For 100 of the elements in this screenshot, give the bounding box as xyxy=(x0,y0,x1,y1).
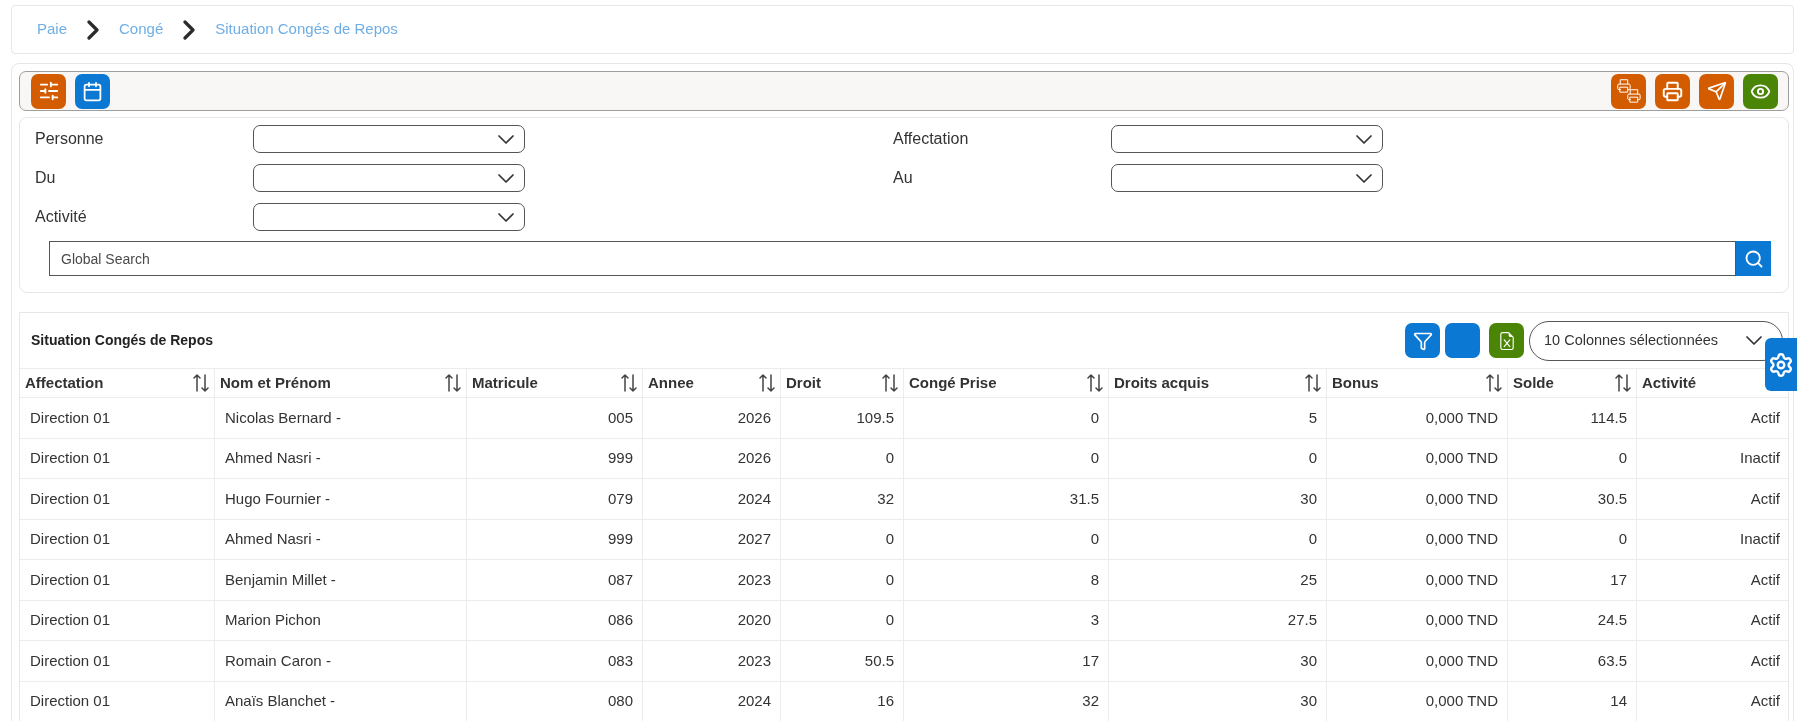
sort-icon xyxy=(621,374,637,392)
select-field[interactable] xyxy=(1111,125,1383,153)
table-cell: 0 xyxy=(1109,519,1327,559)
table-cell: 0 xyxy=(904,438,1109,478)
chevron-down-icon xyxy=(1746,336,1762,345)
table-cell: 005 xyxy=(467,398,643,438)
table-cell: Direction 01 xyxy=(20,600,215,640)
table-cell: Nicolas Bernard - xyxy=(215,398,467,438)
chevron-icon xyxy=(86,19,101,40)
table-cell: Direction 01 xyxy=(20,641,215,681)
table-cell: 0 xyxy=(904,398,1109,438)
table-cell-text: Inactif xyxy=(1738,448,1781,468)
table-cell: Benjamin Millet - xyxy=(215,560,467,600)
column-header[interactable]: Activité xyxy=(1642,371,1697,395)
table-cell: 5 xyxy=(1109,398,1327,438)
table-cell: 30 xyxy=(1109,681,1327,721)
field-label: Personne xyxy=(35,129,104,149)
table-cell: 2027 xyxy=(643,519,781,559)
table-cell: 16 xyxy=(781,681,904,721)
printer-icon xyxy=(1662,80,1683,102)
table-cell: 079 xyxy=(467,479,643,519)
table-cell: 2023 xyxy=(643,560,781,600)
table-cell: 31.5 xyxy=(904,479,1109,519)
table-cell: 2026 xyxy=(643,398,781,438)
column-header[interactable]: Droit xyxy=(781,369,904,397)
table-cell: 2023 xyxy=(643,641,781,681)
table-cell: Direction 01 xyxy=(20,519,215,559)
table-cell-text: Actif xyxy=(1749,691,1781,711)
table-cell: 2020 xyxy=(643,600,781,640)
table-cell: 0 xyxy=(1508,519,1637,559)
select-field[interactable] xyxy=(253,203,525,231)
table-cell: Ahmed Nasri - xyxy=(215,519,467,559)
table-cell: 2024 xyxy=(643,479,781,519)
printers-button[interactable] xyxy=(1611,73,1646,109)
column-select[interactable]: 10 Colonnes sélectionnées xyxy=(1529,320,1783,361)
table-cell: Direction 01 xyxy=(20,681,215,721)
calendar-button[interactable] xyxy=(75,73,110,109)
filter-button[interactable] xyxy=(1405,323,1440,358)
search-field[interactable]: Global Search xyxy=(49,241,1736,276)
table-cell-text: Actif xyxy=(1749,488,1781,509)
table-cell: 2024 xyxy=(643,681,781,721)
table-cell: 086 xyxy=(467,600,643,640)
send-button[interactable] xyxy=(1699,73,1734,109)
field-label: Affectation xyxy=(893,129,969,149)
excel-button[interactable] xyxy=(1489,323,1524,358)
table-title: Situation Congés de Repos xyxy=(31,331,213,350)
chevron-icon xyxy=(182,19,197,40)
print-button[interactable] xyxy=(1655,73,1690,109)
sort-icon xyxy=(1615,374,1631,392)
select-field[interactable] xyxy=(253,125,525,153)
table-cell: 0 xyxy=(781,519,904,559)
table-cell: Direction 01 xyxy=(20,398,215,438)
table-cell-text: Inactif xyxy=(1738,529,1781,549)
sliders-icon xyxy=(37,80,60,102)
table-cell: 0 xyxy=(1508,438,1637,478)
table-cell: 0 xyxy=(781,438,904,478)
table-cell: 0,000 TND xyxy=(1327,600,1508,640)
select-field[interactable] xyxy=(1111,164,1383,192)
table-cell: 999 xyxy=(467,438,643,478)
table-cell: Direction 01 xyxy=(20,560,215,600)
column-header[interactable]: Annee xyxy=(643,369,781,397)
column-header[interactable]: Droits acquis xyxy=(1109,369,1327,397)
table-cell: 14 xyxy=(1508,681,1637,721)
table-cell: 999 xyxy=(467,519,643,559)
table-cell-text: Actif xyxy=(1749,407,1781,428)
table-cell: 3 xyxy=(904,600,1109,640)
sort-icon xyxy=(882,374,898,392)
table-cell: 17 xyxy=(904,641,1109,681)
chevron-down-icon xyxy=(498,173,514,183)
table-cell: 0,000 TND xyxy=(1327,560,1508,600)
column-header[interactable]: Nom et Prénom xyxy=(215,369,467,397)
field-label: Au xyxy=(893,168,913,188)
table-cell: 32 xyxy=(781,479,904,519)
table-cell: 27.5 xyxy=(1109,600,1327,640)
table-cell-text: Actif xyxy=(1749,569,1781,590)
table-cell: Marion Pichon xyxy=(215,600,467,640)
settings-button[interactable] xyxy=(1765,338,1797,391)
table-cell: 0 xyxy=(904,519,1109,559)
chevron-down-icon xyxy=(498,212,514,222)
view-button[interactable] xyxy=(1743,73,1778,109)
blank-button[interactable] xyxy=(1445,323,1480,358)
search-button[interactable] xyxy=(1736,241,1771,276)
table-cell: 0,000 TND xyxy=(1327,681,1508,721)
table-cell: 17 xyxy=(1508,560,1637,600)
column-header[interactable]: Congé Prise xyxy=(904,369,1109,397)
table-cell: Direction 01 xyxy=(20,438,215,478)
column-header[interactable]: Bonus xyxy=(1327,369,1508,397)
table-cell: 8 xyxy=(904,560,1109,600)
column-header[interactable]: Solde xyxy=(1508,369,1637,397)
column-header[interactable]: Affectation xyxy=(20,369,215,397)
printers-icon xyxy=(1615,78,1642,104)
table-cell: Romain Caron - xyxy=(215,641,467,681)
sliders-button[interactable] xyxy=(31,73,66,109)
table-cell: Direction 01 xyxy=(20,479,215,519)
table-cell: 24.5 xyxy=(1508,600,1637,640)
chevron-down-icon xyxy=(1356,173,1372,183)
table-cell: 0,000 TND xyxy=(1327,438,1508,478)
column-header[interactable]: Matricule xyxy=(467,369,643,397)
table-cell: 63.5 xyxy=(1508,641,1637,681)
select-field[interactable] xyxy=(253,164,525,192)
